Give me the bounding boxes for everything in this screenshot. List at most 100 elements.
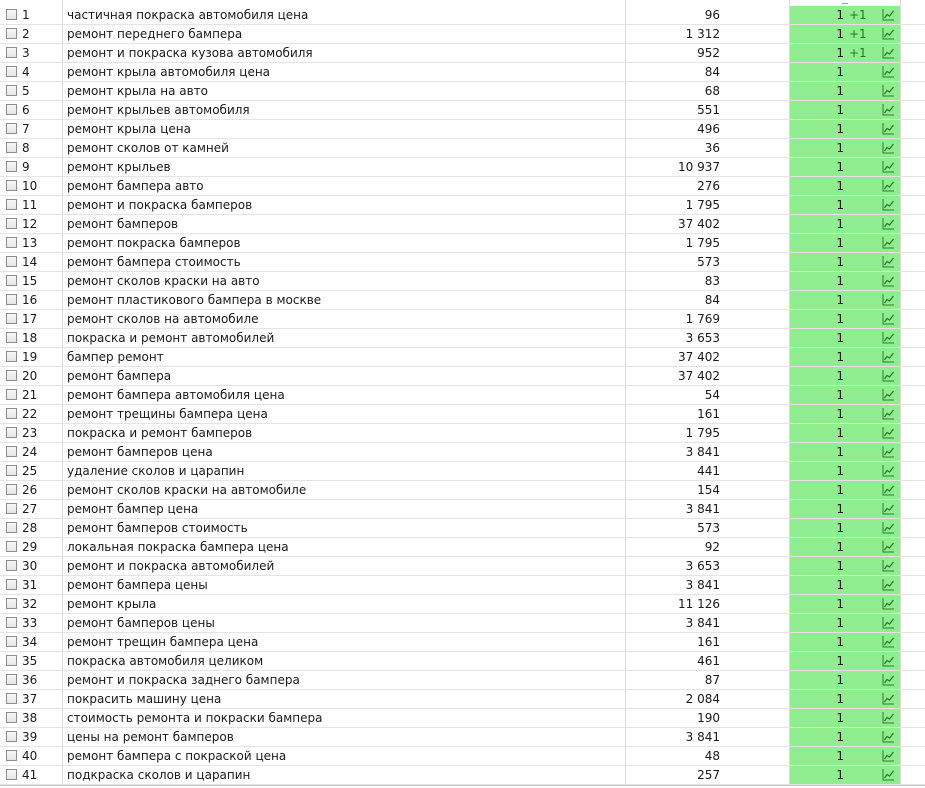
row-checkbox[interactable] (6, 66, 17, 77)
line-chart-icon[interactable] (882, 711, 895, 724)
table-row[interactable]: 14 ремонт бампера стоимость 573 1 (0, 253, 925, 272)
row-checkbox[interactable] (6, 161, 17, 172)
line-chart-icon[interactable] (882, 502, 895, 515)
row-checkbox[interactable] (6, 674, 17, 685)
table-row[interactable]: 9 ремонт крыльев 10 937 1 (0, 158, 925, 177)
row-checkbox[interactable] (6, 693, 17, 704)
line-chart-icon[interactable] (882, 692, 895, 705)
row-checkbox[interactable] (6, 370, 17, 381)
table-row[interactable]: 28 ремонт бамперов стоимость 573 1 (0, 519, 925, 538)
table-row[interactable]: 8 ремонт сколов от камней 36 1 (0, 139, 925, 158)
line-chart-icon[interactable] (882, 597, 895, 610)
row-checkbox[interactable] (6, 484, 17, 495)
table-row[interactable]: 22 ремонт трещины бампера цена 161 1 (0, 405, 925, 424)
row-checkbox[interactable] (6, 9, 17, 20)
table-row[interactable]: 37 покрасить машину цена 2 084 1 (0, 690, 925, 709)
table-row[interactable]: 35 покраска автомобиля целиком 461 1 (0, 652, 925, 671)
row-checkbox[interactable] (6, 237, 17, 248)
table-row[interactable]: 23 покраска и ремонт бамперов 1 795 1 (0, 424, 925, 443)
table-row[interactable]: 18 покраска и ремонт автомобилей 3 653 1 (0, 329, 925, 348)
table-row[interactable]: 12 ремонт бамперов 37 402 1 (0, 215, 925, 234)
row-checkbox[interactable] (6, 465, 17, 476)
table-row[interactable]: 26 ремонт сколов краски на автомобиле 15… (0, 481, 925, 500)
table-row[interactable]: 41 подкраска сколов и царапин 257 1 (0, 766, 925, 785)
table-row[interactable]: 24 ремонт бамперов цена 3 841 1 (0, 443, 925, 462)
table-row[interactable]: 38 стоимость ремонта и покраски бампера … (0, 709, 925, 728)
row-checkbox[interactable] (6, 123, 17, 134)
table-row[interactable]: 4 ремонт крыла автомобиля цена 84 1 (0, 63, 925, 82)
row-checkbox[interactable] (6, 446, 17, 457)
row-checkbox[interactable] (6, 522, 17, 533)
line-chart-icon[interactable] (882, 426, 895, 439)
line-chart-icon[interactable] (882, 578, 895, 591)
line-chart-icon[interactable] (882, 369, 895, 382)
line-chart-icon[interactable] (882, 122, 895, 135)
row-checkbox[interactable] (6, 541, 17, 552)
table-row[interactable]: 1 частичная покраска автомобиля цена 96 … (0, 6, 925, 25)
table-row[interactable]: 40 ремонт бампера с покраской цена 48 1 (0, 747, 925, 766)
line-chart-icon[interactable] (882, 445, 895, 458)
row-checkbox[interactable] (6, 180, 17, 191)
line-chart-icon[interactable] (882, 559, 895, 572)
line-chart-icon[interactable] (882, 749, 895, 762)
row-checkbox[interactable] (6, 389, 17, 400)
row-checkbox[interactable] (6, 47, 17, 58)
row-checkbox[interactable] (6, 712, 17, 723)
line-chart-icon[interactable] (882, 236, 895, 249)
table-row[interactable]: 6 ремонт крыльев автомобиля 551 1 (0, 101, 925, 120)
row-checkbox[interactable] (6, 617, 17, 628)
row-checkbox[interactable] (6, 294, 17, 305)
line-chart-icon[interactable] (882, 179, 895, 192)
row-checkbox[interactable] (6, 104, 17, 115)
row-checkbox[interactable] (6, 560, 17, 571)
row-checkbox[interactable] (6, 731, 17, 742)
line-chart-icon[interactable] (882, 388, 895, 401)
row-checkbox[interactable] (6, 655, 17, 666)
table-row[interactable]: 21 ремонт бампера автомобиля цена 54 1 (0, 386, 925, 405)
row-checkbox[interactable] (6, 28, 17, 39)
line-chart-icon[interactable] (882, 464, 895, 477)
table-row[interactable]: 20 ремонт бампера 37 402 1 (0, 367, 925, 386)
table-row[interactable]: 2 ремонт переднего бампера 1 312 1 +1 (0, 25, 925, 44)
line-chart-icon[interactable] (882, 293, 895, 306)
table-row[interactable]: 25 удаление сколов и царапин 441 1 (0, 462, 925, 481)
table-row[interactable]: 5 ремонт крыла на авто 68 1 (0, 82, 925, 101)
row-checkbox[interactable] (6, 332, 17, 343)
line-chart-icon[interactable] (882, 312, 895, 325)
line-chart-icon[interactable] (882, 730, 895, 743)
line-chart-icon[interactable] (882, 84, 895, 97)
table-row[interactable]: 31 ремонт бампера цены 3 841 1 (0, 576, 925, 595)
line-chart-icon[interactable] (882, 198, 895, 211)
row-checkbox[interactable] (6, 408, 17, 419)
table-row[interactable]: 17 ремонт сколов на автомобиле 1 769 1 (0, 310, 925, 329)
table-row[interactable]: 39 цены на ремонт бамперов 3 841 1 (0, 728, 925, 747)
line-chart-icon[interactable] (882, 141, 895, 154)
line-chart-icon[interactable] (882, 616, 895, 629)
row-checkbox[interactable] (6, 275, 17, 286)
table-row[interactable]: 13 ремонт покраска бамперов 1 795 1 (0, 234, 925, 253)
row-checkbox[interactable] (6, 427, 17, 438)
table-row[interactable]: 19 бампер ремонт 37 402 1 (0, 348, 925, 367)
line-chart-icon[interactable] (882, 255, 895, 268)
table-row[interactable]: 34 ремонт трещин бампера цена 161 1 (0, 633, 925, 652)
line-chart-icon[interactable] (882, 350, 895, 363)
table-row[interactable]: 11 ремонт и покраска бамперов 1 795 1 (0, 196, 925, 215)
row-checkbox[interactable] (6, 579, 17, 590)
line-chart-icon[interactable] (882, 27, 895, 40)
table-row[interactable]: 15 ремонт сколов краски на авто 83 1 (0, 272, 925, 291)
line-chart-icon[interactable] (882, 540, 895, 553)
line-chart-icon[interactable] (882, 8, 895, 21)
table-row[interactable]: 27 ремонт бампер цена 3 841 1 (0, 500, 925, 519)
line-chart-icon[interactable] (882, 768, 895, 781)
table-row[interactable]: 3 ремонт и покраска кузова автомобиля 95… (0, 44, 925, 63)
row-checkbox[interactable] (6, 199, 17, 210)
table-row[interactable]: 32 ремонт крыла 11 126 1 (0, 595, 925, 614)
row-checkbox[interactable] (6, 769, 17, 780)
table-row[interactable]: 33 ремонт бамперов цены 3 841 1 (0, 614, 925, 633)
row-checkbox[interactable] (6, 503, 17, 514)
line-chart-icon[interactable] (882, 407, 895, 420)
line-chart-icon[interactable] (882, 274, 895, 287)
table-row[interactable]: 36 ремонт и покраска заднего бампера 87 … (0, 671, 925, 690)
line-chart-icon[interactable] (882, 160, 895, 173)
row-checkbox[interactable] (6, 351, 17, 362)
